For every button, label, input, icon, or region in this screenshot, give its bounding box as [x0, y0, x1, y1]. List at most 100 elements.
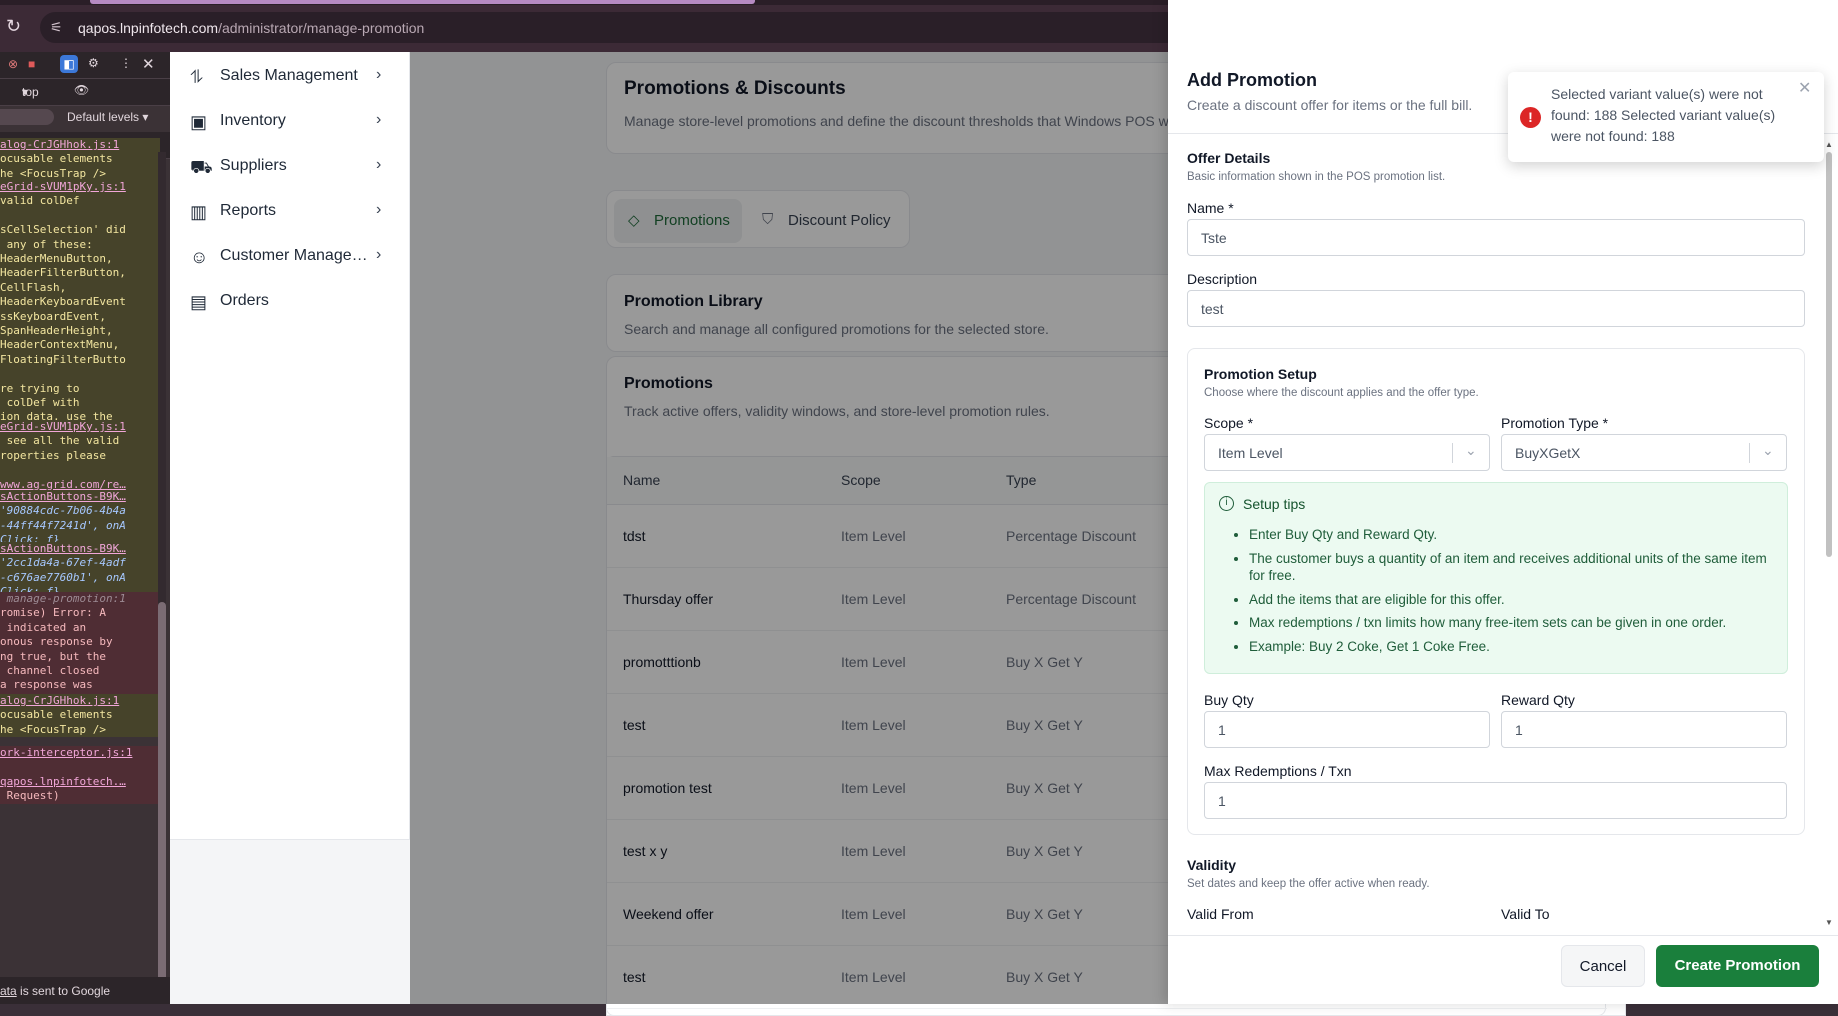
drawer-footer: Cancel Create Promotion: [1168, 935, 1838, 1004]
reward-qty-value: 1: [1515, 722, 1523, 738]
create-promotion-button[interactable]: Create Promotion: [1656, 945, 1819, 987]
description-field[interactable]: test: [1187, 290, 1805, 327]
console-line: onous response by: [0, 635, 113, 649]
sidebar-item[interactable]: ▤ Orders: [170, 281, 410, 325]
console-line: ocusable elements: [0, 708, 113, 722]
setup-tips-list: Enter Buy Qty and Reward Qty. The custome…: [1235, 526, 1775, 661]
console-error: manage-promotion:1 romise) Error: A indic…: [0, 592, 160, 708]
footer-text: is sent to Google: [16, 984, 111, 998]
setup-tip: Add the items that are eligible for this…: [1249, 591, 1775, 609]
close-errors-icon[interactable]: ⊗: [8, 57, 18, 71]
console-filter-bar: top ▾ 👁: [0, 79, 170, 106]
console-line: -c676ae7760b1', onA: [0, 570, 126, 584]
console-line: CellFlash,: [0, 280, 67, 294]
console-line: '2cc1da4a-67ef-4adf: [0, 556, 126, 570]
site-info-icon[interactable]: ⚟: [50, 19, 63, 36]
console-source-link[interactable]: eGrid-sVUM1pKy.js:1: [0, 420, 126, 433]
sidebar-item-label: Reports: [220, 202, 277, 219]
console-warning: alog-CrJGHhok.js:1 ocusable elements he <F…: [0, 138, 160, 182]
console-error: ork-interceptor.js:1 qapos.lnpinfotech.… …: [0, 746, 160, 804]
console-line: re trying to: [0, 381, 80, 395]
setup-tips-title: Setup tips: [1243, 496, 1306, 512]
eye-icon[interactable]: 👁: [74, 83, 89, 97]
console-source-link[interactable]: eGrid-sVUM1pKy.js:1: [0, 180, 126, 193]
sidebar-item[interactable]: ☺ Customer Manage… ›: [170, 236, 410, 280]
devtools-scrollbar[interactable]: [158, 152, 166, 1002]
console-source-link[interactable]: qapos.lnpinfotech.…: [0, 775, 126, 788]
console-line: see all the valid: [0, 434, 120, 448]
devtools-panel: ⊗ ■ ◧ ⚙ ⋮ ✕ top ▾ 👁 Default levels ▾ ▤64…: [0, 52, 170, 1004]
error-icon: ■: [28, 57, 36, 71]
console-line: romise) Error: A: [0, 606, 106, 620]
sidebar-item-label: Sales Management: [220, 67, 358, 84]
console-line: FloatingFilterButto: [0, 352, 126, 366]
buy-qty-label: Buy Qty: [1204, 692, 1254, 708]
console-source-link[interactable]: www.ag-grid.com/re…: [0, 478, 126, 491]
console-source-link[interactable]: alog-CrJGHhok.js:1: [0, 694, 119, 707]
sidebar-item[interactable]: ▥ Reports ›: [170, 191, 410, 235]
console-line: Request): [0, 789, 60, 803]
sidebar-item[interactable]: ⛟ Suppliers ›: [170, 146, 410, 190]
console-line: SpanHeaderHeight,: [0, 324, 113, 338]
error-icon: !: [1520, 107, 1541, 128]
console-line: colDef with: [0, 396, 80, 410]
description-label: Description: [1187, 271, 1258, 287]
chevron-right-icon: ›: [376, 201, 382, 218]
footer-link[interactable]: ata: [0, 984, 17, 998]
sidebar-item[interactable]: ⥮ Sales Management ›: [170, 56, 410, 100]
setup-tip: Example: Buy 2 Coke, Get 1 Coke Free.: [1249, 638, 1775, 656]
context-select[interactable]: top ▾: [22, 85, 39, 99]
levels-select[interactable]: Default levels ▾: [67, 110, 148, 124]
name-value: Tste: [1201, 230, 1227, 246]
promotion-type-label: Promotion Type *: [1501, 415, 1609, 431]
max-redemptions-label: Max Redemptions / Txn: [1204, 763, 1352, 779]
console-source-link[interactable]: sActionButtons-B9K…: [0, 490, 126, 503]
name-field[interactable]: Tste: [1187, 219, 1805, 256]
reload-icon[interactable]: ↻: [6, 16, 21, 37]
setup-title: Promotion Setup: [1204, 366, 1317, 382]
inspect-icon[interactable]: ◧: [60, 55, 78, 73]
sidebar: ⥮ Sales Management › ▣ Inventory › ⛟ Suppliers ›…: [170, 52, 410, 840]
console-source-link[interactable]: alog-CrJGHhok.js:1: [0, 138, 119, 151]
drawer-subtitle: Create a discount offer for items or the…: [1187, 97, 1473, 113]
scroll-up-icon[interactable]: ▲: [1825, 140, 1833, 149]
buy-qty-field[interactable]: 1: [1204, 711, 1490, 748]
console-line: ng true, but the: [0, 649, 106, 663]
chevron-down-icon: ⌄: [1762, 442, 1774, 458]
scope-value: Item Level: [1218, 445, 1283, 461]
console-source-link[interactable]: sActionButtons-B9K…: [0, 542, 126, 555]
bar-chart-icon: ▥: [190, 202, 208, 222]
max-redemptions-field[interactable]: 1: [1204, 782, 1787, 819]
filter-input[interactable]: [0, 109, 54, 125]
sidebar-item-label: Inventory: [220, 112, 286, 129]
console-warning: sActionButtons-B9K… '90884cdc-7b06-4b4a -4…: [0, 490, 160, 548]
more-icon[interactable]: ⋮: [120, 56, 132, 70]
console-line: valid colDef: [0, 194, 80, 208]
info-icon: i: [1219, 496, 1234, 511]
sidebar-item[interactable]: ▣ Inventory ›: [170, 101, 410, 145]
chevron-right-icon: ›: [376, 111, 382, 128]
cancel-button[interactable]: Cancel: [1561, 945, 1645, 987]
console-warning: eGrid-sVUM1pKy.js:1 see all the valid rop…: [0, 420, 160, 493]
scroll-down-icon[interactable]: ▼: [1825, 918, 1833, 927]
console-line: indicated an: [0, 620, 87, 634]
console-source-link[interactable]: ork-interceptor.js:1: [0, 746, 132, 759]
console-line: HeaderContextMenu,: [0, 338, 120, 352]
setup-tip: Max redemptions / txn limits how many fr…: [1249, 614, 1775, 632]
sidebar-item-label: Customer Manage…: [220, 247, 368, 264]
console-line: channel closed: [0, 664, 100, 678]
scope-select[interactable]: Item Level ⌄: [1204, 434, 1490, 471]
devtools-footer: ata is sent to Google: [0, 977, 170, 1004]
setup-tips-box: i Setup tips Enter Buy Qty and Reward Qt…: [1204, 482, 1788, 674]
valid-from-label: Valid From: [1187, 906, 1254, 922]
drawer-scrollbar[interactable]: ▲ ▼: [1823, 140, 1835, 930]
promotion-type-select[interactable]: BuyXGetX ⌄: [1501, 434, 1787, 471]
close-icon[interactable]: ✕: [142, 55, 155, 73]
console-line: any of these:: [0, 237, 93, 251]
console-line: roperties please: [0, 448, 106, 462]
close-toast-icon[interactable]: ✕: [1798, 78, 1811, 98]
console-line: HeaderKeyboardEvent: [0, 295, 126, 309]
settings-gear-icon[interactable]: ⚙: [88, 56, 99, 70]
buy-qty-value: 1: [1218, 722, 1226, 738]
reward-qty-field[interactable]: 1: [1501, 711, 1787, 748]
